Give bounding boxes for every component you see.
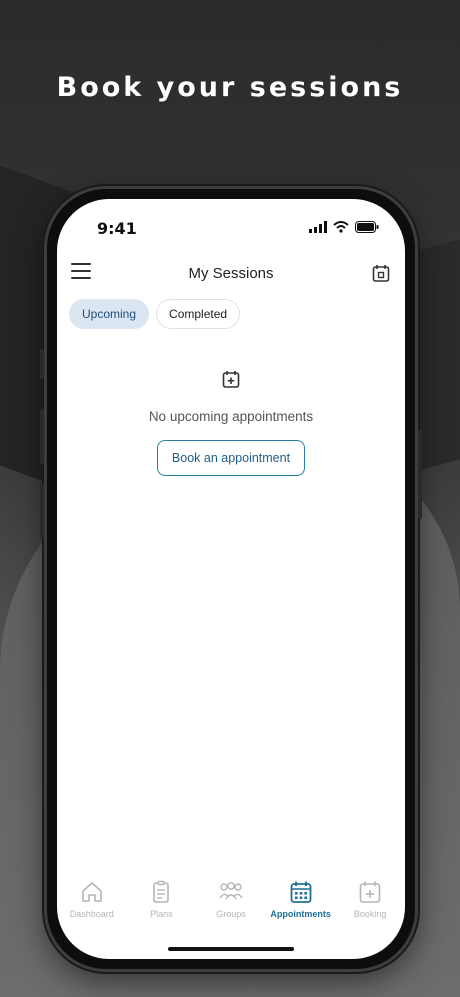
- clipboard-icon: [153, 880, 170, 903]
- empty-state-message: No upcoming appointments: [148, 409, 314, 424]
- wifi-icon: [333, 221, 349, 233]
- phone-volume-down: [40, 484, 44, 539]
- calendar-plus-icon: [359, 881, 381, 903]
- nav-label-groups: Groups: [216, 909, 246, 919]
- nav-item-dashboard[interactable]: Dashboard: [57, 879, 127, 919]
- tab-completed[interactable]: Completed: [156, 299, 241, 329]
- phone-frame: 9:41 My Sessions Upcoming Completed No u…: [40, 186, 422, 972]
- status-bar: 9:41: [57, 199, 405, 249]
- session-tabs: Upcoming Completed: [69, 299, 241, 329]
- home-indicator[interactable]: [168, 947, 294, 951]
- nav-label-dashboard: Dashboard: [69, 909, 114, 919]
- bottom-nav: Dashboard Plans Groups Appointments Book…: [57, 879, 405, 939]
- app-screen: 9:41 My Sessions Upcoming Completed No u…: [57, 199, 405, 959]
- book-appointment-button[interactable]: Book an appointment: [156, 440, 306, 476]
- phone-volume-up: [40, 409, 44, 464]
- status-time: 9:41: [97, 219, 137, 238]
- nav-label-booking: Booking: [353, 909, 387, 919]
- signal-icon: [309, 221, 327, 233]
- battery-icon: [355, 221, 379, 233]
- nav-item-appointments[interactable]: Appointments: [266, 879, 336, 919]
- app-header: My Sessions: [57, 255, 405, 295]
- status-icons: [309, 221, 379, 233]
- group-icon: [219, 882, 243, 900]
- home-icon: [81, 882, 102, 902]
- phone-mute-switch: [40, 349, 44, 379]
- page-title: My Sessions: [188, 265, 274, 282]
- phone-power-button: [418, 429, 422, 519]
- nav-item-groups[interactable]: Groups: [196, 879, 266, 919]
- nav-item-plans[interactable]: Plans: [127, 879, 197, 919]
- nav-label-appointments: Appointments: [270, 909, 331, 919]
- calendar-grid-icon: [290, 881, 311, 903]
- nav-item-booking[interactable]: Booking: [335, 879, 405, 919]
- nav-label-plans: Plans: [150, 909, 173, 919]
- tab-upcoming[interactable]: Upcoming: [69, 299, 150, 329]
- promo-headline: Book your sessions: [56, 72, 404, 103]
- calendar-plus-icon: [222, 371, 240, 388]
- empty-state: No upcoming appointments Book an appoint…: [57, 369, 405, 476]
- calendar-icon[interactable]: [371, 263, 391, 283]
